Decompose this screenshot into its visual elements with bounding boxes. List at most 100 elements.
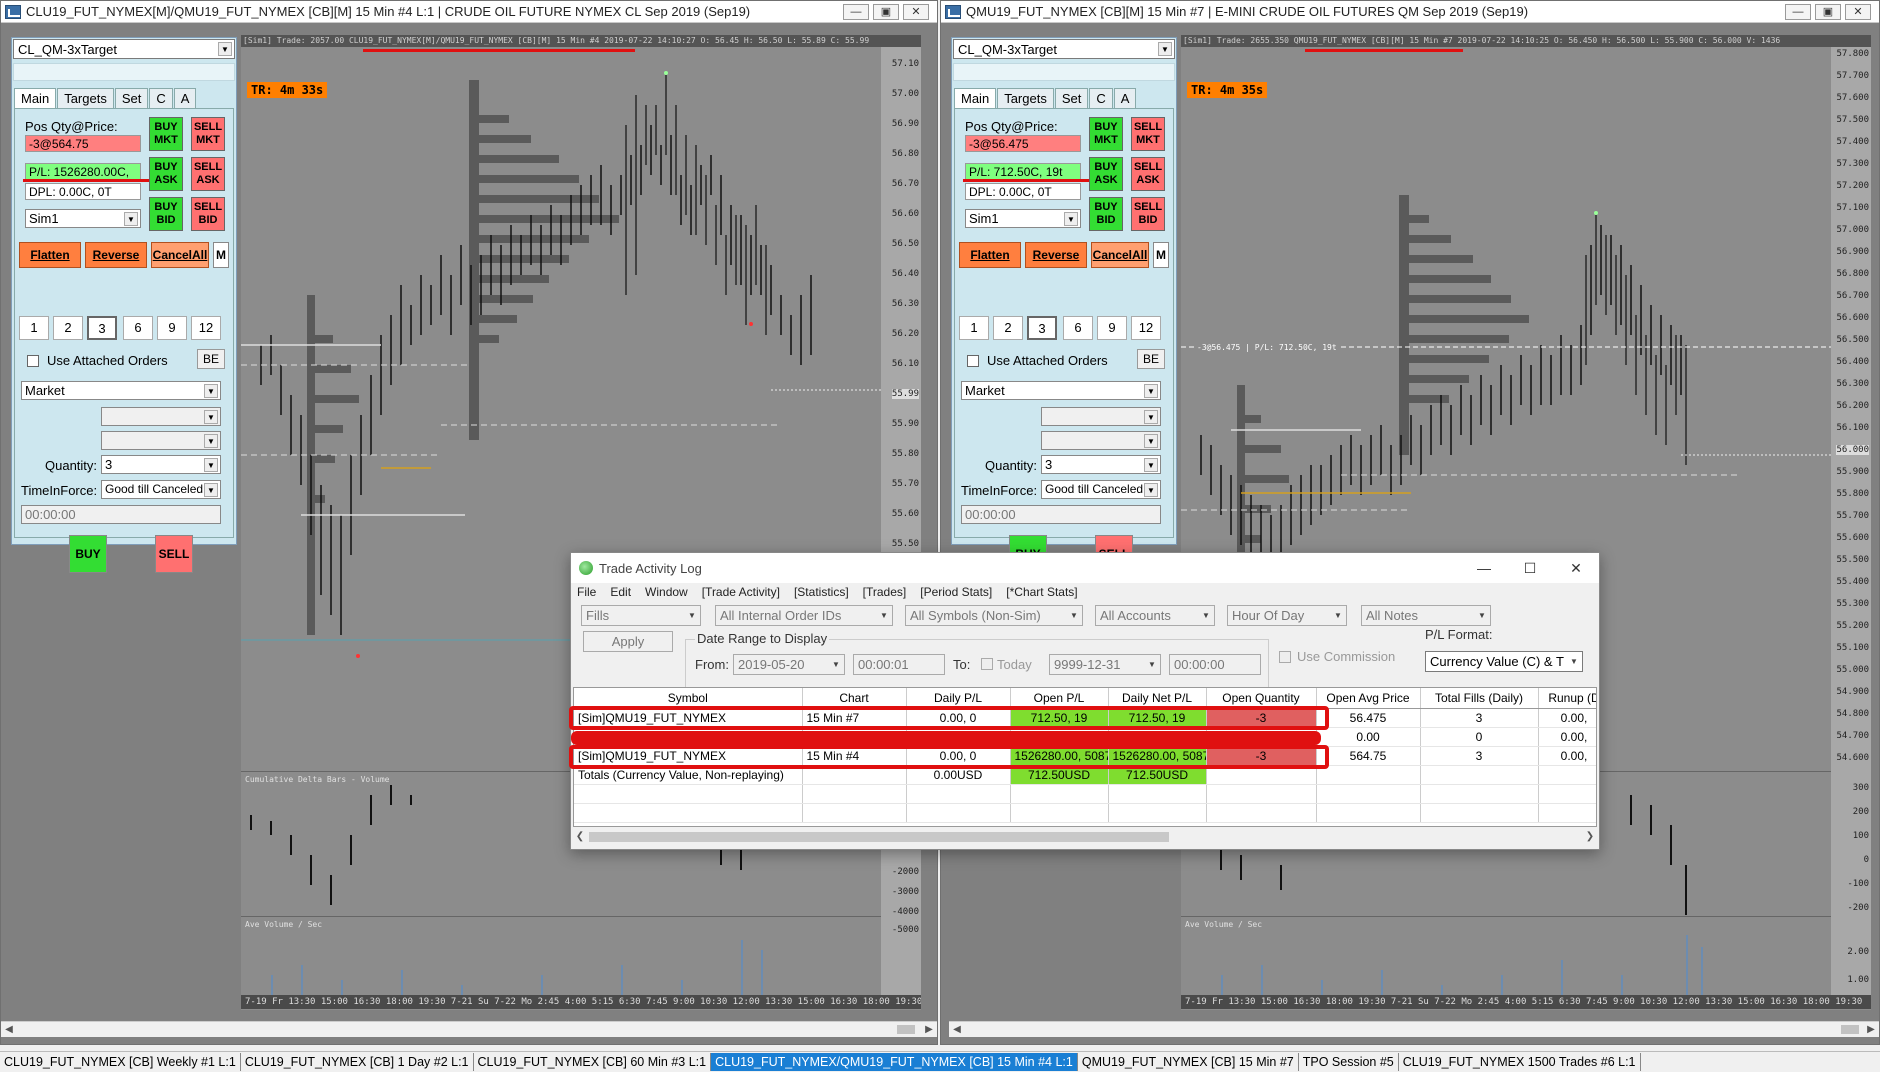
price-axis[interactable]: 57.800 57.700 57.600 57.500 57.400 57.30… <box>1831 47 1871 995</box>
from-date-field[interactable]: 2019-05-20 ▼ <box>733 654 845 675</box>
sell-bid-button[interactable]: SELL BID <box>1131 197 1165 231</box>
column-header[interactable]: Total Fills (Daily) <box>1420 688 1539 709</box>
chevron-down-icon[interactable]: ▼ <box>218 42 232 56</box>
menu-period-stats[interactable]: [Period Stats] <box>920 585 992 599</box>
sell-mkt-button[interactable]: SELL MKT <box>1131 117 1165 151</box>
scroll-right-icon[interactable]: ❯ <box>1583 829 1597 845</box>
chart-tab-4[interactable]: CLU19_FUT_NYMEX/QMU19_FUT_NYMEX [CB] 15 … <box>711 1053 1078 1071</box>
to-date-field[interactable]: 9999-12-31 ▼ <box>1049 654 1161 675</box>
scroll-left-icon[interactable]: ◀ <box>949 1022 965 1037</box>
tif-select[interactable]: Good till Canceled ▼ <box>1041 480 1161 499</box>
use-attached-orders-checkbox[interactable] <box>27 355 39 367</box>
tif-select[interactable]: Good till Canceled ▼ <box>101 480 221 499</box>
qty-button-6[interactable]: 6 <box>1063 316 1093 340</box>
qty-button-6[interactable]: 6 <box>123 316 153 340</box>
menu-trade-activity[interactable]: [Trade Activity] <box>702 585 780 599</box>
qty-button-3[interactable]: 3 <box>1027 316 1057 340</box>
qty-button-9[interactable]: 9 <box>1097 316 1127 340</box>
chart-tab-6[interactable]: CLU19_FUT_NYMEX 1500 Trades #6 L:1 <box>1399 1053 1641 1071</box>
close-button[interactable]: ✕ <box>1845 3 1871 20</box>
time-field[interactable]: 00:00:00 <box>961 505 1161 524</box>
column-header[interactable]: Daily P/L <box>906 688 1011 709</box>
maximize-button[interactable]: ☐ <box>1507 560 1553 577</box>
trade-config-dropdown[interactable]: CL_QM-3xTarget ▼ <box>953 39 1175 59</box>
sell-button[interactable]: SELL <box>155 535 193 573</box>
sell-ask-button[interactable]: SELL ASK <box>1131 157 1165 191</box>
scroll-right-icon[interactable]: ▶ <box>921 1022 937 1037</box>
order-type-select[interactable]: Market ▼ <box>21 381 221 400</box>
scroll-left-icon[interactable]: ❮ <box>573 829 587 845</box>
qty-button-2[interactable]: 2 <box>993 316 1023 340</box>
qty-button-2[interactable]: 2 <box>53 316 83 340</box>
today-checkbox[interactable] <box>981 658 993 670</box>
qty-button-3[interactable]: 3 <box>87 316 117 340</box>
scroll-thumb[interactable] <box>897 1025 915 1034</box>
apply-button[interactable]: Apply <box>583 631 673 652</box>
sell-bid-button[interactable]: SELL BID <box>191 197 225 231</box>
tab-main[interactable]: Main <box>954 88 997 108</box>
tab-set[interactable]: Set <box>114 88 149 108</box>
tab-set[interactable]: Set <box>1054 88 1089 108</box>
tab-c[interactable]: C <box>1089 88 1113 108</box>
buy-bid-button[interactable]: BUY BID <box>149 197 183 231</box>
use-attached-orders-checkbox[interactable] <box>967 355 979 367</box>
symbols-dropdown[interactable]: All Symbols (Non-Sim) ▼ <box>905 605 1083 626</box>
scroll-right-icon[interactable]: ▶ <box>1863 1022 1879 1037</box>
flatten-button[interactable]: Flatten <box>959 242 1021 268</box>
qty-button-12[interactable]: 12 <box>191 316 221 340</box>
column-header[interactable]: Symbol <box>574 688 803 709</box>
column-header[interactable]: Daily Net P/L <box>1108 688 1207 709</box>
price-chart-right[interactable]: [Sim1] Trade: 2655.350 QMU19_FUT_NYMEX [… <box>1181 35 1871 1010</box>
account-select[interactable]: Sim1 ▼ <box>965 209 1081 228</box>
sell-mkt-button[interactable]: SELL MKT <box>191 117 225 151</box>
minimize-button[interactable]: — <box>843 3 869 20</box>
trade-config-dropdown[interactable]: CL_QM-3xTarget ▼ <box>13 39 235 59</box>
tab-targets[interactable]: Targets <box>57 88 114 108</box>
qty-button-1[interactable]: 1 <box>959 316 989 340</box>
price-2-field[interactable]: ▼ <box>1041 431 1161 450</box>
accounts-dropdown[interactable]: All Accounts ▼ <box>1095 605 1215 626</box>
order-type-select[interactable]: Market ▼ <box>961 381 1161 400</box>
close-button[interactable]: ✕ <box>1553 560 1599 577</box>
titlebar-trade-activity[interactable]: Trade Activity Log — ☐ ✕ <box>571 553 1599 583</box>
horizontal-scrollbar[interactable]: ◀ ▶ <box>949 1021 1879 1037</box>
be-button[interactable]: BE <box>197 349 225 369</box>
qty-button-9[interactable]: 9 <box>157 316 187 340</box>
time-field[interactable]: 00:00:00 <box>21 505 221 524</box>
buy-mkt-button[interactable]: BUY MKT <box>149 117 183 151</box>
tab-a[interactable]: A <box>1113 88 1137 108</box>
cancel-all-button[interactable]: CancelAll <box>151 242 209 268</box>
account-select[interactable]: Sim1 ▼ <box>25 209 141 228</box>
minimize-button[interactable]: — <box>1785 3 1811 20</box>
tab-targets[interactable]: Targets <box>997 88 1054 108</box>
quantity-field[interactable]: 3 ▼ <box>1041 455 1161 474</box>
buy-bid-button[interactable]: BUY BID <box>1089 197 1123 231</box>
quantity-field[interactable]: 3 ▼ <box>101 455 221 474</box>
grid-horizontal-scrollbar[interactable]: ❮ ❯ <box>573 829 1597 845</box>
column-header[interactable]: Open Quantity <box>1206 688 1317 709</box>
chart-tab-3[interactable]: CLU19_FUT_NYMEX [CB] 60 Min #3 L:1 <box>474 1053 712 1071</box>
titlebar-left[interactable]: CLU19_FUT_NYMEX[M]/QMU19_FUT_NYMEX [CB][… <box>1 1 937 23</box>
price-chart-left[interactable]: [Sim1] Trade: 2057.00 CLU19_FUT_NYMEX[M]… <box>241 35 921 1010</box>
flatten-button[interactable]: Flatten <box>19 242 81 268</box>
maximize-button[interactable]: ▣ <box>1815 3 1841 20</box>
tab-c[interactable]: C <box>149 88 173 108</box>
scroll-thumb[interactable] <box>589 832 1169 842</box>
chart-tab-2[interactable]: CLU19_FUT_NYMEX [CB] 1 Day #2 L:1 <box>241 1053 474 1071</box>
reverse-button[interactable]: Reverse <box>1025 242 1087 268</box>
column-header[interactable]: Chart <box>802 688 907 709</box>
qty-button-1[interactable]: 1 <box>19 316 49 340</box>
chart-tab-7[interactable]: QMU19_FUT_NYMEX [CB] 15 Min #7 <box>1078 1053 1299 1071</box>
column-header[interactable]: Open P/L <box>1010 688 1109 709</box>
titlebar-right[interactable]: QMU19_FUT_NYMEX [CB][M] 15 Min #7 | E-MI… <box>941 1 1879 23</box>
be-button[interactable]: BE <box>1137 349 1165 369</box>
scroll-left-icon[interactable]: ◀ <box>1 1022 17 1037</box>
menu-edit[interactable]: Edit <box>610 585 631 599</box>
column-header[interactable]: Runup (D <box>1538 688 1596 709</box>
buy-mkt-button[interactable]: BUY MKT <box>1089 117 1123 151</box>
tab-main[interactable]: Main <box>14 88 57 108</box>
sell-ask-button[interactable]: SELL ASK <box>191 157 225 191</box>
m-button[interactable]: M <box>213 242 229 268</box>
use-commission-checkbox[interactable] <box>1279 651 1291 663</box>
notes-dropdown[interactable]: All Notes ▼ <box>1361 605 1491 626</box>
